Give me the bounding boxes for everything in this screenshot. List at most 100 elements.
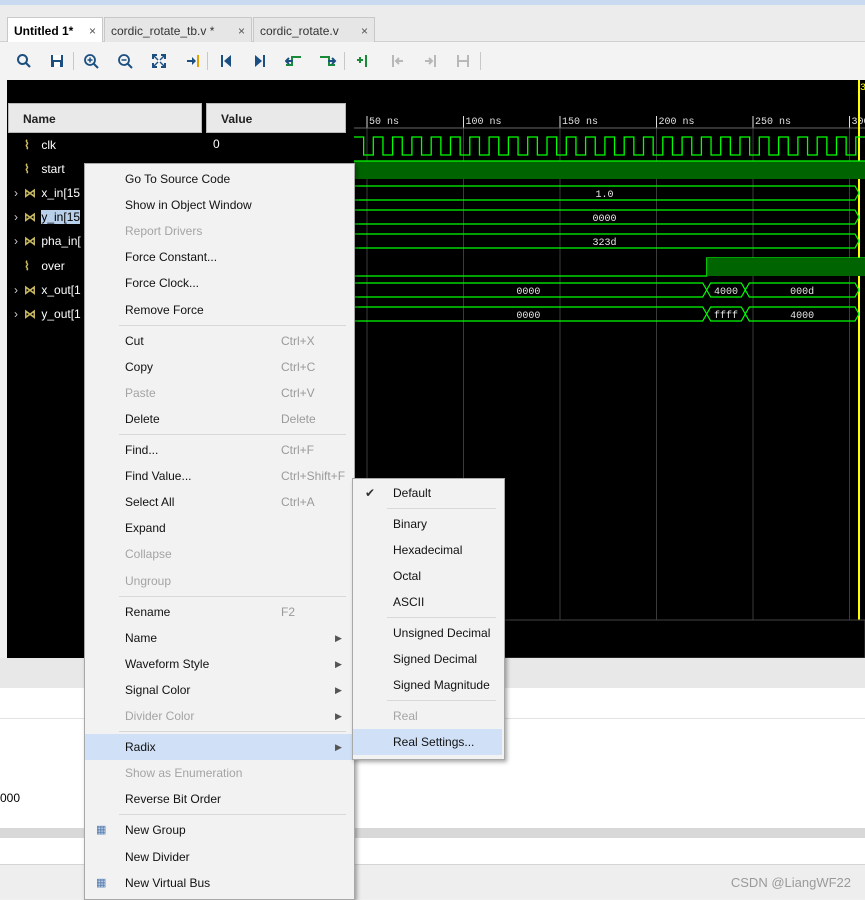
radix-submenu-item[interactable]: Unsigned Decimal [353,620,502,646]
context-menu-item: Report Drivers [85,218,352,244]
context-menu-item[interactable]: RenameF2 [85,599,352,625]
context-menu-item-label: Collapse [125,541,172,567]
close-icon[interactable]: × [238,18,245,44]
logic-signal-icon: ⌇ [24,133,38,157]
search-icon[interactable] [13,50,35,72]
menu-separator [119,596,346,597]
chevron-right-icon[interactable]: › [14,302,24,326]
zoom-fit-icon[interactable] [148,50,170,72]
context-menu-item-label: Show as Enumeration [125,760,242,786]
radix-submenu-item[interactable]: Signed Magnitude [353,672,502,698]
radix-submenu-item-label: Default [393,480,431,506]
chevron-right-icon[interactable]: › [14,181,24,205]
radix-submenu-item[interactable]: ASCII [353,589,502,615]
context-menu-item[interactable]: ▦New Group [85,817,352,843]
context-menu-item[interactable]: Expand [85,515,352,541]
signal-name: over [41,259,64,273]
context-menu-item[interactable]: CopyCtrl+C [85,354,352,380]
signal-row[interactable]: ⌇ clk [14,133,56,157]
tab-cordic-rotate[interactable]: cordic_rotate.v × [253,17,375,43]
tab-cordic-rotate-tb[interactable]: cordic_rotate_tb.v * × [104,17,252,43]
context-menu-item[interactable]: Remove Force [85,297,352,323]
toolbar-separator [73,52,74,70]
zoom-in-icon[interactable] [80,50,102,72]
save-icon[interactable] [46,50,68,72]
signal-row[interactable]: ⌇ over [14,254,65,278]
context-menu-item[interactable]: Find... Ctrl+F [85,437,352,463]
radix-submenu[interactable]: ✔Default BinaryHexadecimalOctalASCII Unsig… [352,478,505,760]
chevron-right-icon[interactable]: › [14,205,24,229]
chevron-right-icon: ▶ [335,677,342,703]
context-menu-item[interactable]: Select AllCtrl+A [85,489,352,515]
x-out-value: 000d [790,286,814,298]
close-icon[interactable]: × [89,18,96,44]
add-marker-icon[interactable] [352,50,374,72]
timeline-label: 200 ns [659,117,695,128]
context-menu-item-label: Find... [125,437,158,463]
context-menu-item: Ungroup [85,568,352,594]
radix-submenu-item[interactable]: ✔Default [353,480,502,506]
virtual-bus-icon: ▦ [96,870,106,896]
zoom-out-icon[interactable] [114,50,136,72]
signal-row[interactable]: ›⋈ y_in[15 [14,205,80,229]
signal-row[interactable]: ⌇ start [14,157,65,181]
context-menu-item[interactable]: Find Value...Ctrl+Shift+F [85,463,352,489]
next-transition-icon[interactable] [317,50,339,72]
radix-submenu-item[interactable]: Hexadecimal [353,537,502,563]
radix-submenu-item[interactable]: Signed Decimal [353,646,502,672]
menu-separator [119,814,346,815]
radix-submenu-item-label: Signed Decimal [393,646,477,672]
signal-row[interactable]: ›⋈ y_out[1 [14,302,81,326]
start-fill [354,161,865,179]
context-menu-item: Show as Enumeration [85,760,352,786]
context-menu-item[interactable]: Name ▶ [85,625,352,651]
clk-waveform [354,137,865,155]
radix-submenu-item-label: Signed Magnitude [393,672,490,698]
go-to-end-icon[interactable] [249,50,271,72]
context-menu-item[interactable]: Reverse Bit Order [85,786,352,812]
context-menu[interactable]: Go To Source CodeShow in Object WindowRe… [84,163,355,900]
next-marker-icon[interactable] [420,50,442,72]
context-menu-item[interactable]: DeleteDelete [85,406,352,432]
previous-marker-icon[interactable] [386,50,408,72]
context-menu-item[interactable]: Show in Object Window [85,192,352,218]
context-menu-item-label: Rename [125,599,170,625]
radix-submenu-item[interactable]: Octal [353,563,502,589]
radix-submenu-item-label: Unsigned Decimal [393,620,490,646]
signal-row[interactable]: ›⋈ pha_in[ [14,229,81,253]
context-menu-item[interactable]: Waveform Style▶ [85,651,352,677]
context-menu-item[interactable]: CutCtrl+X [85,328,352,354]
signal-row[interactable]: ›⋈ x_in[15 [14,181,80,205]
tab-label: Untitled 1* [14,24,73,38]
context-menu-item[interactable]: Go To Source Code [85,166,352,192]
close-icon[interactable]: × [361,18,368,44]
go-to-start-icon[interactable] [215,50,237,72]
previous-transition-icon[interactable] [283,50,305,72]
context-menu-item-label: New Virtual Bus [125,870,210,896]
watermark: CSDN @LiangWF22 [731,875,851,890]
value-column-header[interactable]: Value [206,103,346,133]
chevron-right-icon: ▶ [335,625,342,651]
context-menu-item[interactable]: Signal Color▶ [85,677,352,703]
bus-signal-icon: ⋈ [24,181,38,205]
context-menu-item-label: Name [125,625,157,651]
shortcut-label: Ctrl+V [281,380,315,406]
name-column-header[interactable]: Name [8,103,202,133]
context-menu-item[interactable]: New Divider [85,844,352,870]
context-menu-item[interactable]: Radix▶ [85,734,352,760]
chevron-right-icon[interactable]: › [14,278,24,302]
x-out-value: 0000 [516,287,540,298]
tab-untitled-1[interactable]: Untitled 1* × [7,17,103,43]
swap-cursors-icon[interactable] [452,50,474,72]
context-menu-item[interactable]: ▦ New Virtual Bus [85,870,352,896]
radix-submenu-item[interactable]: Binary [353,511,502,537]
context-menu-item[interactable]: Force Clock... [85,270,352,296]
shortcut-label: Ctrl+F [281,437,314,463]
go-to-cursor-icon[interactable] [182,50,204,72]
context-menu-item[interactable]: Force Constant... [85,244,352,270]
chevron-right-icon[interactable]: › [14,229,24,253]
shortcut-label: Ctrl+A [281,489,315,515]
radix-submenu-item[interactable]: Real Settings... [353,729,502,755]
signal-row[interactable]: ›⋈ x_out[1 [14,278,81,302]
toolbar-separator [480,52,481,70]
